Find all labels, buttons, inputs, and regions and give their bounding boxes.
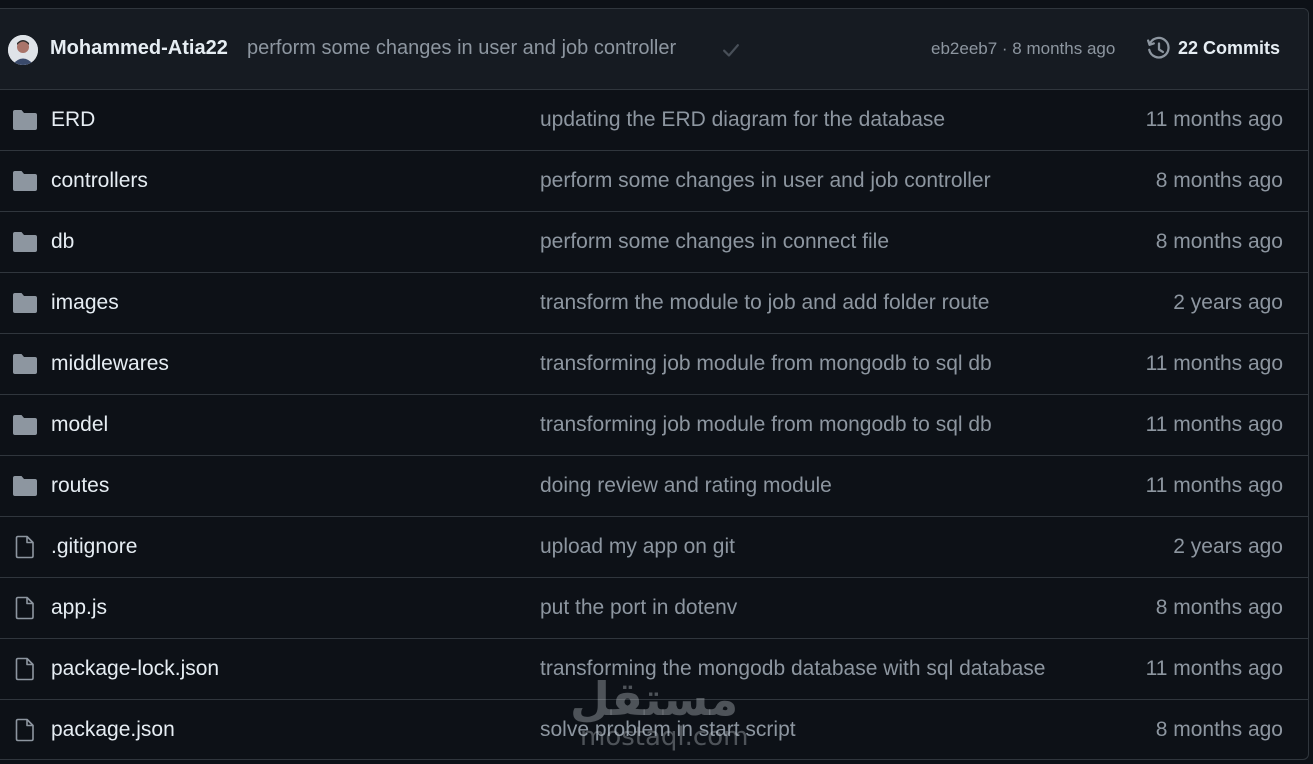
file-name-link[interactable]: .gitignore (51, 535, 137, 559)
file-commit-age: 11 months ago (1145, 352, 1283, 375)
file-name-link[interactable]: routes (51, 474, 109, 498)
file-browser: Mohammed-Atia22 perform some changes in … (0, 8, 1309, 760)
file-row[interactable]: images transform the module to job and ad… (0, 273, 1308, 334)
history-icon[interactable] (1146, 36, 1172, 62)
file-row[interactable]: controllers perform some changes in user … (0, 151, 1308, 212)
folder-icon (12, 413, 38, 437)
file-commit-age: 8 months ago (1155, 230, 1283, 253)
file-commit-message[interactable]: upload my app on git (540, 535, 735, 559)
file-commit-age: 8 months ago (1155, 596, 1283, 619)
folder-icon (12, 108, 38, 132)
file-row[interactable]: model transforming job module from mongod… (0, 395, 1308, 456)
file-row[interactable]: package.json solve problem in start scrip… (0, 700, 1308, 759)
file-commit-age: 2 years ago (1173, 291, 1283, 314)
folder-icon (12, 169, 38, 193)
folder-icon (12, 291, 38, 315)
file-name-link[interactable]: middlewares (51, 352, 169, 376)
file-name-link[interactable]: model (51, 413, 108, 437)
file-name-link[interactable]: images (51, 291, 119, 315)
file-commit-age: 11 months ago (1145, 657, 1283, 680)
file-commit-message[interactable]: updating the ERD diagram for the databas… (540, 108, 945, 132)
file-commit-message[interactable]: perform some changes in connect file (540, 230, 889, 254)
file-icon (12, 718, 38, 742)
file-commit-message[interactable]: transforming job module from mongodb to … (540, 413, 992, 437)
file-name-link[interactable]: controllers (51, 169, 148, 193)
file-name-link[interactable]: package.json (51, 718, 175, 742)
file-name-link[interactable]: app.js (51, 596, 107, 620)
file-row[interactable]: package-lock.json transforming the mongod… (0, 639, 1308, 700)
file-commit-message[interactable]: put the port in dotenv (540, 596, 737, 620)
file-icon (12, 535, 38, 559)
file-commit-message[interactable]: perform some changes in user and job con… (540, 169, 991, 193)
commit-sha-time[interactable]: eb2eeb7 · 8 months ago (931, 39, 1115, 59)
latest-commit-bar: Mohammed-Atia22 perform some changes in … (0, 9, 1308, 90)
file-commit-age: 2 years ago (1173, 535, 1283, 558)
file-commit-age: 11 months ago (1145, 108, 1283, 131)
commits-link[interactable]: 22 Commits (1178, 38, 1280, 59)
file-list: ERD updating the ERD diagram for the data… (0, 90, 1308, 759)
avatar[interactable] (8, 35, 38, 65)
file-name-link[interactable]: db (51, 230, 74, 254)
file-icon (12, 657, 38, 681)
file-commit-message[interactable]: doing review and rating module (540, 474, 832, 498)
file-row[interactable]: routes doing review and rating module 11 m… (0, 456, 1308, 517)
file-icon (12, 596, 38, 620)
file-name-link[interactable]: package-lock.json (51, 657, 219, 681)
file-row[interactable]: .gitignore upload my app on git 2 years ag… (0, 517, 1308, 578)
file-name-link[interactable]: ERD (51, 108, 95, 132)
file-row[interactable]: app.js put the port in dotenv 8 months ago (0, 578, 1308, 639)
file-row[interactable]: db perform some changes in connect file 8 … (0, 212, 1308, 273)
commit-author[interactable]: Mohammed-Atia22 (50, 37, 228, 60)
file-row[interactable]: ERD updating the ERD diagram for the data… (0, 90, 1308, 151)
folder-icon (12, 474, 38, 498)
file-commit-message[interactable]: transforming the mongodb database with s… (540, 657, 1046, 681)
folder-icon (12, 352, 38, 376)
file-row[interactable]: middlewares transforming job module from … (0, 334, 1308, 395)
check-icon (723, 44, 739, 57)
file-commit-age: 11 months ago (1145, 413, 1283, 436)
file-commit-message[interactable]: solve problem in start script (540, 718, 796, 742)
file-commit-message[interactable]: transforming job module from mongodb to … (540, 352, 992, 376)
file-commit-message[interactable]: transform the module to job and add fold… (540, 291, 989, 315)
file-commit-age: 8 months ago (1155, 718, 1283, 741)
file-commit-age: 11 months ago (1145, 474, 1283, 497)
folder-icon (12, 230, 38, 254)
latest-commit-message[interactable]: perform some changes in user and job con… (247, 37, 676, 60)
file-commit-age: 8 months ago (1155, 169, 1283, 192)
